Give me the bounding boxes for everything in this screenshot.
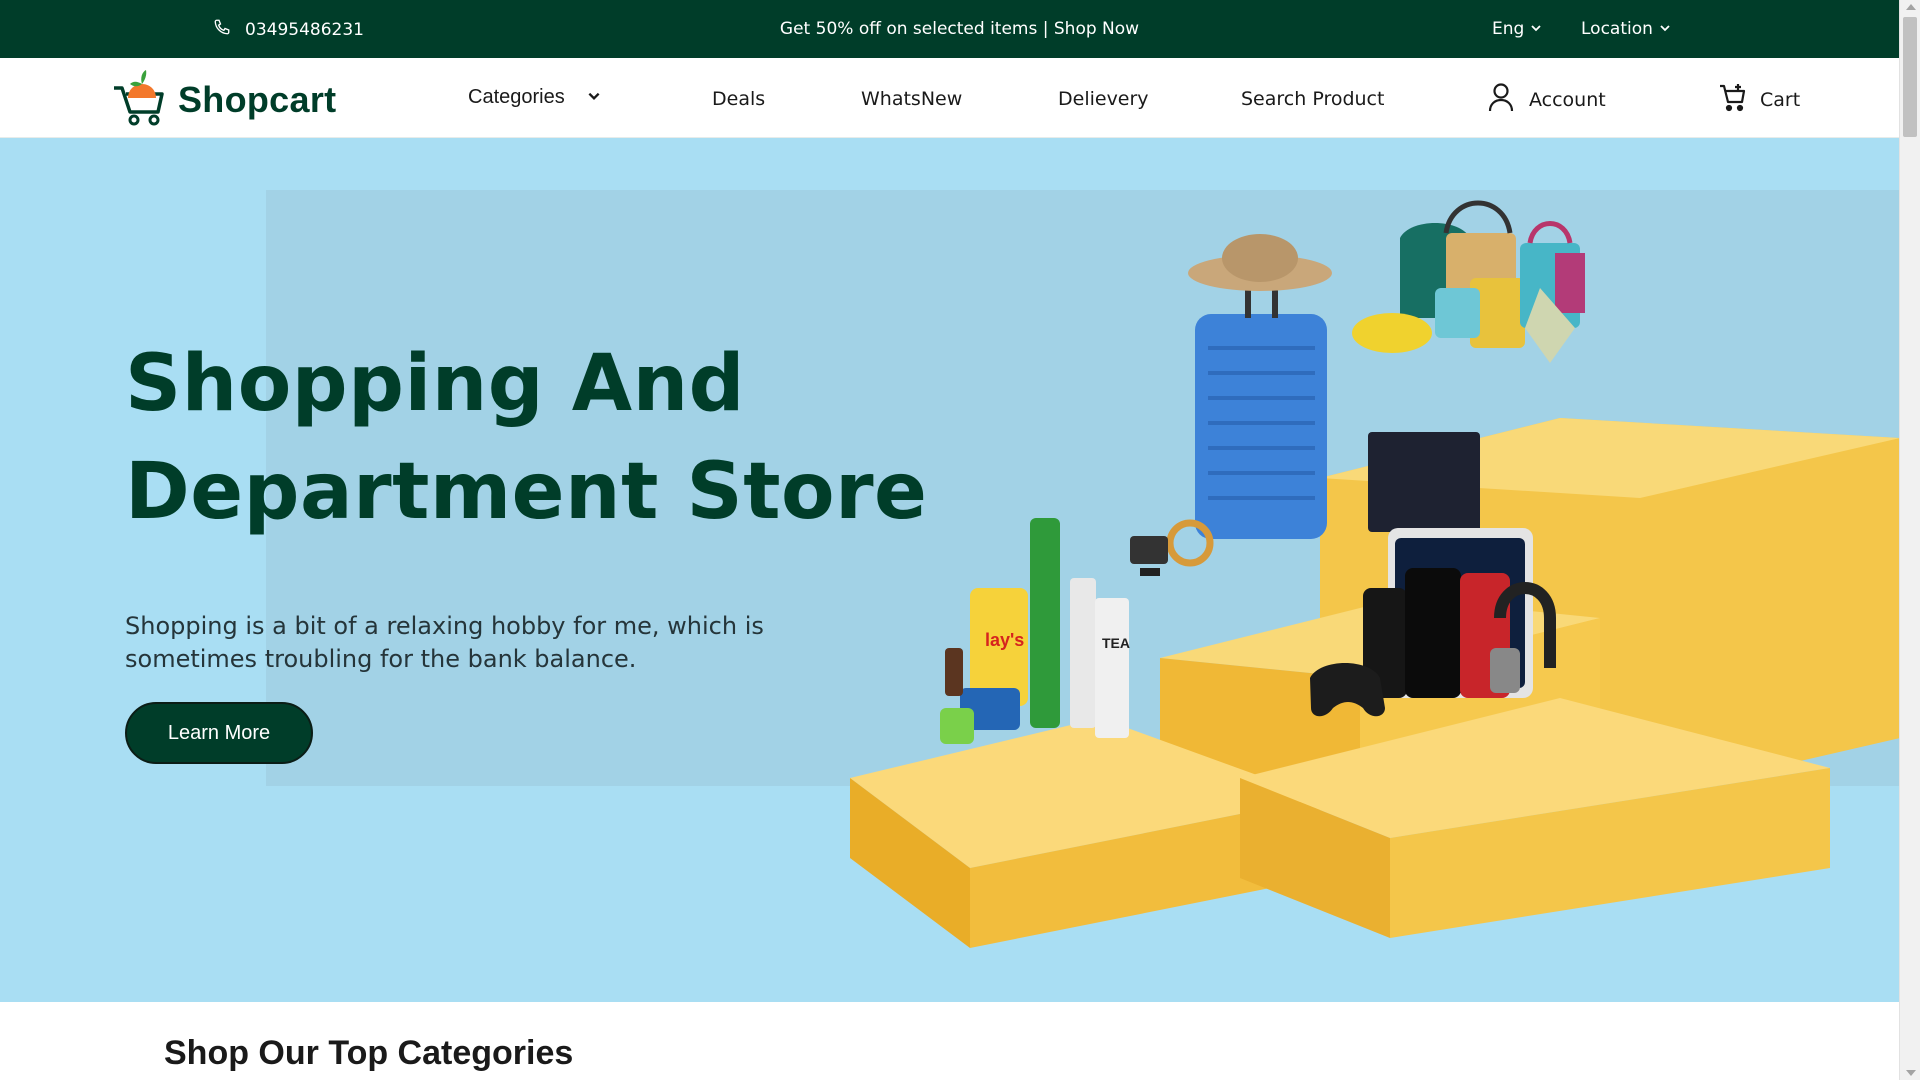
hero-subtitle: Shopping is a bit of a relaxing hobby fo… bbox=[125, 612, 764, 673]
scroll-down-arrow-icon[interactable] bbox=[1906, 1070, 1916, 1076]
learn-more-button[interactable]: Learn More bbox=[125, 702, 313, 764]
location-label: Location bbox=[1581, 19, 1653, 39]
section-title-top-categories: Shop Our Top Categories bbox=[164, 1034, 574, 1072]
nav-account[interactable]: Account bbox=[1487, 82, 1606, 117]
hero-products-illustration: lay's TEA bbox=[840, 178, 1899, 982]
svg-text:TEA: TEA bbox=[1102, 635, 1130, 651]
nav-cart-label: Cart bbox=[1760, 88, 1801, 111]
cart-logo-icon bbox=[112, 68, 168, 132]
nav-cart[interactable]: Cart bbox=[1718, 82, 1800, 117]
top-bar: 03495486231 Get 50% off on selected item… bbox=[0, 0, 1899, 58]
main-nav: Shopcart Categories Deals WhatsNew Delie… bbox=[0, 58, 1899, 138]
hero-title-line2: Department Store bbox=[125, 447, 928, 537]
nav-deals-label: Deals bbox=[712, 88, 766, 110]
nav-whats-new[interactable]: WhatsNew bbox=[861, 88, 962, 110]
language-selector[interactable]: Eng bbox=[1492, 19, 1542, 39]
hero-banner: lay's TEA Shopping And Department Store … bbox=[0, 138, 1899, 1002]
nav-whats-new-label: WhatsNew bbox=[861, 88, 963, 110]
nav-delivery[interactable]: Delievery bbox=[1058, 88, 1149, 110]
nav-delivery-label: Delievery bbox=[1058, 88, 1149, 110]
hero-title: Shopping And Department Store bbox=[125, 330, 927, 546]
promo-text[interactable]: Get 50% off on selected items | Shop Now bbox=[780, 19, 1139, 39]
chevron-down-icon bbox=[587, 86, 601, 109]
nav-account-label: Account bbox=[1529, 88, 1606, 111]
page-scrollbar[interactable] bbox=[1899, 0, 1920, 1080]
language-label: Eng bbox=[1492, 19, 1525, 39]
brand-logo[interactable]: Shopcart bbox=[112, 68, 336, 132]
user-icon bbox=[1487, 82, 1515, 117]
scroll-up-arrow-icon[interactable] bbox=[1906, 4, 1916, 10]
scrollbar-thumb[interactable] bbox=[1903, 17, 1917, 137]
chevron-down-icon bbox=[1659, 19, 1671, 39]
brand-name: Shopcart bbox=[178, 79, 337, 120]
nav-categories[interactable]: Categories bbox=[468, 86, 601, 109]
chevron-down-icon bbox=[1530, 19, 1542, 39]
cart-icon bbox=[1718, 82, 1746, 117]
nav-categories-label: Categories bbox=[468, 86, 565, 108]
svg-text:lay's: lay's bbox=[985, 630, 1024, 650]
nav-search-product[interactable]: Search Product bbox=[1241, 88, 1384, 110]
nav-deals[interactable]: Deals bbox=[712, 88, 765, 110]
nav-search-label: Search Product bbox=[1241, 88, 1385, 110]
location-selector[interactable]: Location bbox=[1581, 19, 1671, 39]
hero-title-line1: Shopping And bbox=[125, 339, 745, 429]
